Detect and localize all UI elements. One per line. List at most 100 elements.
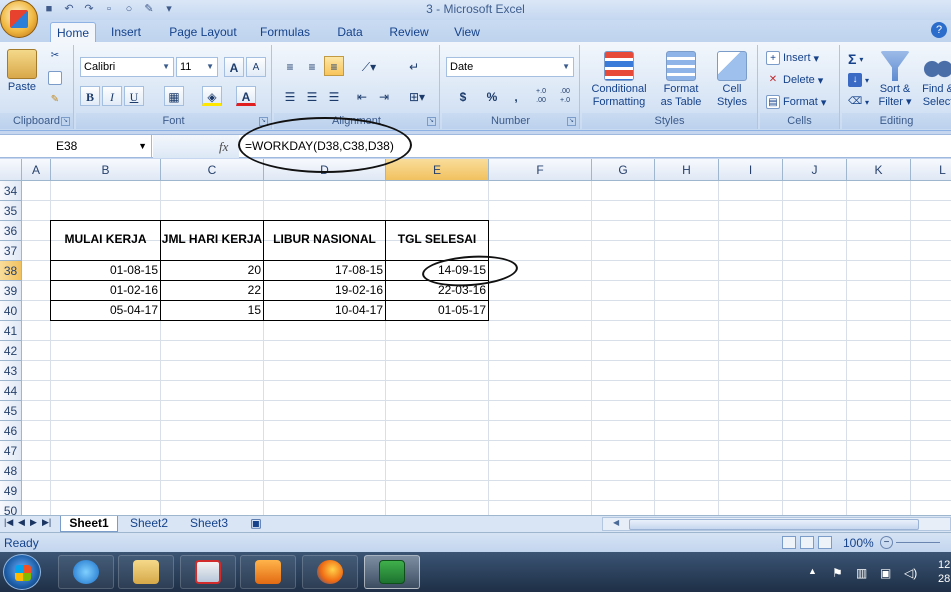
next-sheet-icon[interactable]: ▶ <box>30 517 37 528</box>
find-select-button[interactable]: Find & Select <box>918 51 951 109</box>
row-header[interactable]: 49 <box>0 481 22 501</box>
column-header-j[interactable]: J <box>783 159 847 181</box>
font-color-button[interactable]: A <box>236 86 256 106</box>
row-header[interactable]: 47 <box>0 441 22 461</box>
tab-insert[interactable]: Insert <box>104 22 148 42</box>
normal-view-icon[interactable] <box>782 536 796 549</box>
align-bottom-button[interactable]: ≡ <box>324 56 344 76</box>
table-cell[interactable]: 22 <box>161 283 263 297</box>
insert-cells-button[interactable]: + Insert ▾ <box>766 51 819 65</box>
row-header[interactable]: 42 <box>0 341 22 361</box>
row-header[interactable]: 36 <box>0 221 22 241</box>
align-top-button[interactable]: ≡ <box>280 56 300 76</box>
table-cell[interactable]: 05-04-17 <box>51 303 160 317</box>
table-header-cell[interactable]: MULAI KERJA <box>51 232 160 246</box>
increase-decimal-button[interactable]: +.0 .00 <box>530 86 552 106</box>
function-icon[interactable]: fx <box>219 139 228 155</box>
show-hidden-icons-icon[interactable]: ▲ <box>808 566 817 576</box>
bold-button[interactable]: B <box>80 86 100 106</box>
zoom-out-icon[interactable]: − <box>880 536 893 549</box>
worksheet-grid[interactable]: A B C D E F G H I J K L 34 35 36 37 38 3… <box>0 159 951 515</box>
row-header[interactable]: 39 <box>0 281 22 301</box>
first-sheet-icon[interactable]: |◀ <box>4 517 13 528</box>
name-box[interactable]: E38 ▼ <box>0 135 152 158</box>
taskbar-item-snipping[interactable] <box>180 555 236 589</box>
column-header-c[interactable]: C <box>161 159 264 181</box>
column-header-e[interactable]: E <box>386 159 489 181</box>
row-header[interactable]: 50 <box>0 501 22 515</box>
row-header[interactable]: 45 <box>0 401 22 421</box>
zoom-level[interactable]: 100% <box>843 536 874 550</box>
select-all-corner[interactable] <box>0 159 22 181</box>
column-header-f[interactable]: F <box>489 159 592 181</box>
number-format-select[interactable]: Date ▼ <box>446 57 574 77</box>
copy-button[interactable] <box>48 71 62 85</box>
row-header[interactable]: 48 <box>0 461 22 481</box>
clock[interactable]: 12 28 <box>938 558 950 586</box>
decrease-decimal-button[interactable]: .00 +.0 <box>554 86 576 106</box>
currency-button[interactable]: $ <box>448 86 478 106</box>
scrollbar-thumb[interactable] <box>629 519 919 530</box>
wrap-text-button[interactable]: ↵ <box>404 56 424 76</box>
row-header[interactable]: 40 <box>0 301 22 321</box>
volume-icon[interactable]: ◁) <box>904 566 917 580</box>
sheet-tab-sheet3[interactable]: Sheet3 <box>182 516 236 532</box>
row-header[interactable]: 43 <box>0 361 22 381</box>
column-header-b[interactable]: B <box>51 159 161 181</box>
table-header-cell[interactable]: TGL SELESAI <box>386 232 488 246</box>
row-header[interactable]: 35 <box>0 201 22 221</box>
format-painter-button[interactable]: ✎ <box>48 93 62 107</box>
page-layout-view-icon[interactable] <box>800 536 814 549</box>
taskbar-item-firefox[interactable] <box>302 555 358 589</box>
clear-button[interactable]: ⌫ ▾ <box>848 95 869 109</box>
row-header[interactable]: 38 <box>0 261 22 281</box>
fill-button[interactable]: ↓ ▾ <box>848 73 869 87</box>
shrink-font-button[interactable]: A <box>246 57 266 77</box>
table-cell[interactable]: 20 <box>161 263 263 277</box>
table-cell[interactable]: 10-04-17 <box>264 303 385 317</box>
scroll-left-icon[interactable]: ◀ <box>613 518 619 527</box>
zoom-slider[interactable] <box>896 542 940 543</box>
alignment-launcher-icon[interactable]: ↘ <box>427 117 436 126</box>
row-header[interactable]: 46 <box>0 421 22 441</box>
column-header-h[interactable]: H <box>655 159 719 181</box>
paste-button[interactable]: Paste <box>4 49 40 94</box>
underline-button[interactable]: U <box>124 86 144 106</box>
column-header-l[interactable]: L <box>911 159 951 181</box>
format-cells-button[interactable]: ▤ Format ▾ <box>766 95 826 109</box>
fill-color-button[interactable]: ◈ <box>202 86 222 106</box>
cut-button[interactable]: ✂ <box>48 49 62 63</box>
clipboard-launcher-icon[interactable]: ↘ <box>61 117 70 126</box>
table-cell[interactable]: 17-08-15 <box>264 263 385 277</box>
sheet-tab-sheet2[interactable]: Sheet2 <box>122 516 176 532</box>
tab-formulas[interactable]: Formulas <box>254 22 316 42</box>
table-cell[interactable]: 01-08-15 <box>51 263 160 277</box>
increase-indent-button[interactable]: ⇥ <box>374 86 394 106</box>
cell-styles-button[interactable]: Cell Styles <box>710 51 754 109</box>
row-header[interactable]: 37 <box>0 241 22 261</box>
table-cell[interactable]: 01-05-17 <box>386 303 488 317</box>
page-break-view-icon[interactable] <box>818 536 832 549</box>
help-icon[interactable]: ? <box>931 22 947 38</box>
font-name-select[interactable]: Calibri ▼ <box>80 57 174 77</box>
decrease-indent-button[interactable]: ⇤ <box>352 86 372 106</box>
horizontal-scrollbar[interactable]: ◀ <box>602 517 951 531</box>
column-header-a[interactable]: A <box>22 159 51 181</box>
merge-center-button[interactable]: ⊞▾ <box>402 86 432 106</box>
grow-font-button[interactable]: A <box>224 57 244 77</box>
comma-button[interactable]: , <box>506 86 526 106</box>
device-icon[interactable]: ▣ <box>880 566 891 580</box>
sort-filter-button[interactable]: Sort & Filter ▾ <box>876 51 914 109</box>
number-launcher-icon[interactable]: ↘ <box>567 117 576 126</box>
column-header-k[interactable]: K <box>847 159 911 181</box>
conditional-formatting-button[interactable]: Conditional Formatting <box>586 51 652 109</box>
percent-button[interactable]: % <box>482 86 502 106</box>
network-icon[interactable]: ▥ <box>856 566 867 580</box>
autosum-button[interactable]: Σ ▾ <box>848 51 863 67</box>
taskbar-item-ie[interactable] <box>58 555 114 589</box>
row-header[interactable]: 44 <box>0 381 22 401</box>
row-header[interactable]: 34 <box>0 181 22 201</box>
tab-data[interactable]: Data <box>330 22 370 42</box>
table-cell[interactable]: 15 <box>161 303 263 317</box>
italic-button[interactable]: I <box>102 86 122 106</box>
